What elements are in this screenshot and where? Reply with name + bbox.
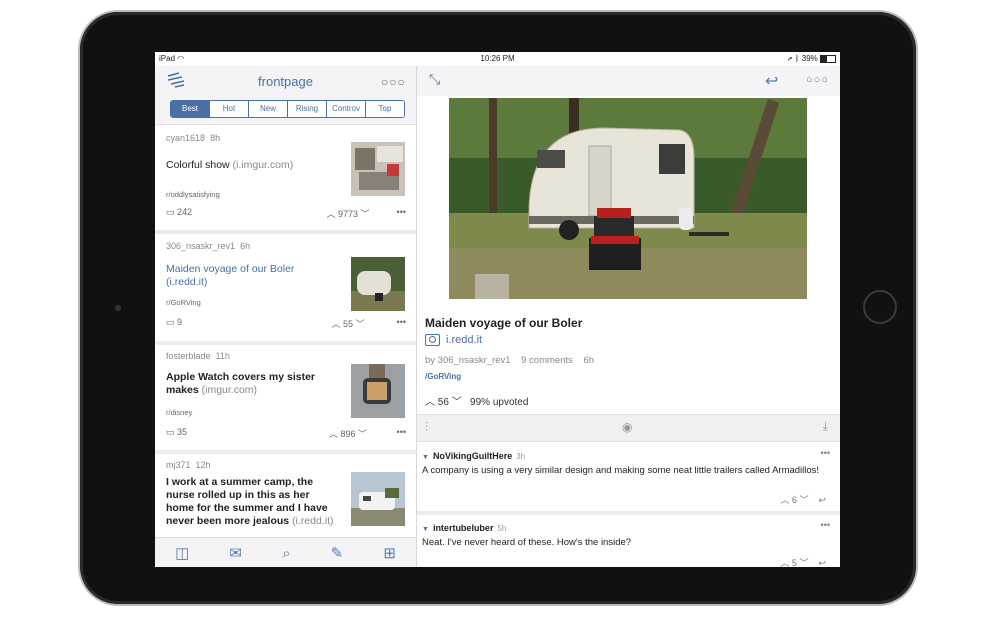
comment-author[interactable]: ▼ intertubeluber 5h — [422, 523, 506, 533]
tab-best[interactable]: Best — [171, 101, 210, 117]
post-meta: mj371 12h — [166, 460, 211, 470]
reply-icon[interactable]: ↩ — [765, 71, 778, 91]
tab-hot[interactable]: Hot — [210, 101, 249, 117]
vote-controls[interactable]: ︿ 9773 ﹀ — [318, 207, 378, 220]
expand-icon[interactable]: ⤡ — [429, 71, 440, 88]
post-thumbnail[interactable] — [351, 364, 405, 418]
comment-more-icon[interactable]: ••• — [821, 448, 830, 458]
screen: iPad ◠ 10:26 PM ➚ ᛒ 39% frontpage ○○○ Be… — [155, 52, 840, 567]
post-more-icon[interactable]: ••• — [397, 207, 406, 217]
home-button[interactable] — [863, 290, 897, 324]
comment-toolbar: ⫶ ◉ ⤓ — [417, 414, 840, 442]
download-icon[interactable]: ⤓ — [823, 419, 828, 434]
bookmarks-icon[interactable]: ◫ — [175, 544, 189, 562]
post-meta: 306_nsaskr_rev1 6h — [166, 241, 251, 251]
post-detail-subreddit[interactable]: /GoRVing — [425, 372, 461, 381]
detail-more-icon[interactable]: ○○○ — [806, 74, 829, 86]
post-item[interactable]: mj371 12h I work at a summer camp, the n… — [155, 454, 416, 537]
post-detail-votes: ︿ 56 ﹀ 99% upvoted — [425, 397, 529, 408]
post-link[interactable]: i.redd.it — [425, 334, 482, 347]
post-image[interactable] — [449, 98, 807, 299]
post-item[interactable]: fosterblade 11h Apple Watch covers my si… — [155, 345, 416, 454]
inbox-icon[interactable]: ✉ — [229, 544, 242, 562]
front-camera — [115, 305, 121, 311]
post-thumbnail[interactable] — [351, 257, 405, 311]
battery-percent: 39% — [801, 54, 818, 63]
grid-icon[interactable]: ⊞ — [383, 544, 396, 562]
comments-button[interactable]: ▭ 9 — [166, 317, 182, 328]
post-item[interactable]: cyan1618 8h Colorful show (i.imgur.com) … — [155, 125, 416, 234]
post-meta: fosterblade 11h — [166, 351, 230, 361]
tab-controversial[interactable]: Controv — [327, 101, 366, 117]
view-icon[interactable]: ◉ — [622, 420, 632, 434]
post-title[interactable]: Colorful show (i.imgur.com) — [166, 159, 338, 172]
comment-text: Neat. I've never heard of these. How's t… — [422, 537, 632, 548]
post-subreddit[interactable]: r/oddlysatisfying — [166, 190, 220, 199]
tab-new[interactable]: New — [249, 101, 288, 117]
vote-controls[interactable]: ︿ 55 ﹀ — [318, 317, 378, 330]
upvote-icon[interactable]: ︿ — [425, 397, 435, 408]
feed-pane: frontpage ○○○ Best Hot New Rising Contro… — [155, 66, 417, 567]
feed-title: frontpage — [258, 74, 313, 89]
tab-rising[interactable]: Rising — [288, 101, 327, 117]
post-actions: ▭ 9 ︿ 55 ﹀ ••• — [166, 317, 406, 329]
post-detail-title: Maiden voyage of our Boler — [425, 316, 583, 330]
post-subreddit[interactable]: r/disney — [166, 408, 192, 417]
comment-reply-icon[interactable]: ↩ — [818, 495, 826, 505]
post-title[interactable]: I work at a summer camp, the nurse rolle… — [166, 476, 338, 528]
more-options-icon[interactable]: ○○○ — [381, 75, 406, 89]
comment-reply-icon[interactable]: ↩ — [818, 558, 826, 567]
post-actions: ▭ 242 ︿ 9773 ﹀ ••• — [166, 207, 406, 219]
post-more-icon[interactable]: ••• — [397, 317, 406, 327]
post-meta: cyan1618 8h — [166, 133, 221, 143]
comments-button[interactable]: ▭ 35 — [166, 427, 187, 438]
post-detail-meta: by 306_nsaskr_rev1 9 comments 6h — [425, 355, 595, 366]
post-thumbnail[interactable] — [351, 472, 405, 526]
post-item[interactable]: 306_nsaskr_rev1 6h Maiden voyage of our … — [155, 234, 416, 345]
comment-item[interactable]: ▼ NoVikingGuiltHere 3h ••• A company is us… — [417, 441, 840, 515]
bottom-toolbar: ◫ ✉ ⌕ ✎ ⊞ — [155, 537, 416, 567]
post-title[interactable]: Apple Watch covers my sister makes (imgu… — [166, 371, 338, 397]
comment-actions: ︿ 5 ﹀ ↩ — [780, 556, 826, 567]
search-icon[interactable]: ⌕ — [282, 545, 290, 562]
compose-icon[interactable]: ✎ — [331, 544, 344, 562]
comments-button[interactable]: ▭ 242 — [166, 207, 192, 218]
comment-vote-controls[interactable]: ︿ 5 ﹀ — [780, 558, 808, 567]
battery-icon — [820, 54, 836, 63]
downvote-icon[interactable]: ﹀ — [452, 397, 462, 408]
post-title[interactable]: Maiden voyage of our Boler (i.redd.it) — [166, 263, 338, 289]
sort-tabs: Best Hot New Rising Controv Top — [170, 100, 405, 118]
image-link-icon — [425, 334, 440, 347]
post-more-icon[interactable]: ••• — [397, 427, 406, 437]
comment-vote-controls[interactable]: ︿ 6 ﹀ — [780, 495, 808, 505]
comment-text: A company is using a very similar design… — [422, 465, 820, 476]
location-icon: ➚ — [787, 54, 793, 63]
status-bar: iPad ◠ 10:26 PM ➚ ᛒ 39% — [155, 52, 840, 66]
detail-pane: ⤡ ↩ ○○○ Maiden voyage of our Boler i.red… — [417, 66, 840, 567]
post-thumbnail[interactable] — [351, 142, 405, 196]
post-actions: ▭ 35 ︿ 896 ﹀ ••• — [166, 427, 406, 439]
post-subreddit[interactable]: r/GoRVing — [166, 298, 201, 307]
comment-actions: ︿ 6 ﹀ ↩ — [780, 493, 826, 506]
comment-author[interactable]: ▼ NoVikingGuiltHere 3h — [422, 451, 525, 461]
status-right: ➚ ᛒ 39% — [788, 54, 836, 63]
comment-more-icon[interactable]: ••• — [821, 520, 830, 530]
post-list: cyan1618 8h Colorful show (i.imgur.com) … — [155, 125, 416, 537]
detail-header: ⤡ ↩ ○○○ — [417, 66, 840, 96]
bluetooth-icon: ᛒ — [794, 54, 800, 63]
tab-top[interactable]: Top — [366, 101, 404, 117]
vote-controls[interactable]: ︿ 896 ﹀ — [318, 427, 378, 440]
status-time: 10:26 PM — [480, 54, 515, 63]
comment-item[interactable]: ▼ intertubeluber 5h ••• Neat. I've never h… — [417, 515, 840, 567]
sort-filter-icon[interactable]: ⫶ — [425, 420, 428, 435]
feed-header: frontpage ○○○ Best Hot New Rising Contro… — [155, 66, 416, 125]
